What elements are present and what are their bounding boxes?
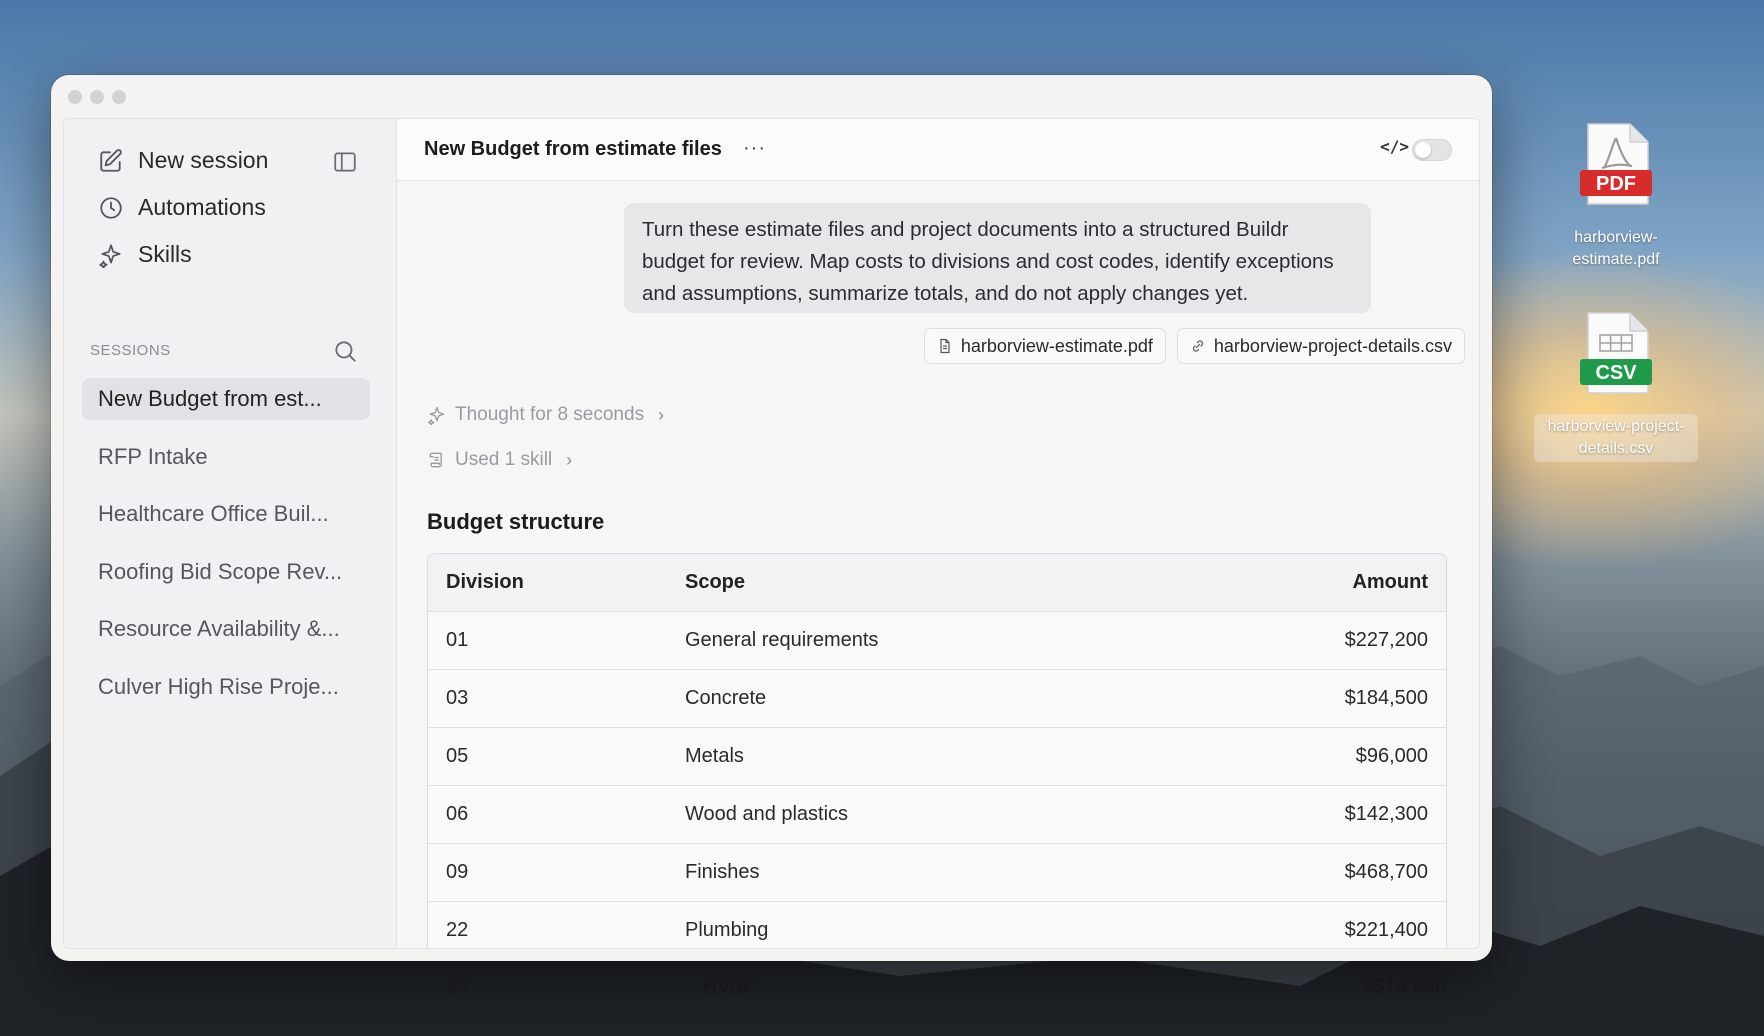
file-icon bbox=[940, 338, 950, 354]
sparkle-icon bbox=[428, 406, 445, 425]
new-session-label: New session bbox=[138, 147, 269, 173]
sparkle-icon bbox=[99, 243, 121, 268]
window-controls bbox=[68, 90, 126, 104]
csv-file-icon: CSV bbox=[1580, 312, 1652, 394]
division-cell: 09 bbox=[446, 861, 469, 883]
skill-step[interactable]: Used 1 skill › bbox=[427, 449, 572, 471]
desktop-file-csv[interactable]: CSV harborview-project- details.csv bbox=[1534, 311, 1698, 462]
edit-icon bbox=[100, 148, 122, 172]
table-row: 09 Finishes $468,700 bbox=[428, 844, 1446, 902]
skills-button[interactable]: Skills bbox=[98, 241, 192, 268]
label-line: details.csv bbox=[1578, 440, 1654, 457]
amount-cell: $96,000 bbox=[1355, 745, 1428, 767]
link-icon bbox=[1192, 340, 1204, 352]
session-item[interactable]: Roofing Bid Scope Rev... bbox=[82, 551, 370, 593]
column-header-division: Division bbox=[446, 571, 524, 593]
label-line: harborview- bbox=[1574, 229, 1658, 246]
more-options-icon[interactable]: ··· bbox=[743, 137, 766, 160]
app-window: New session Automations Skills SESSIONS … bbox=[51, 75, 1492, 961]
code-view-toggle[interactable] bbox=[1412, 139, 1452, 161]
user-message: Turn these estimate files and project do… bbox=[624, 203, 1371, 313]
table-row: 03 Concrete $184,500 bbox=[428, 670, 1446, 728]
table-header-row: Division Scope Amount bbox=[428, 554, 1446, 612]
budget-table: Division Scope Amount 01 General require… bbox=[427, 553, 1447, 948]
amount-cell: $184,500 bbox=[1344, 687, 1428, 709]
attachment-name: harborview-estimate.pdf bbox=[960, 335, 1153, 356]
pdf-file-icon: PDF bbox=[1580, 123, 1652, 205]
session-item[interactable]: RFP Intake bbox=[82, 436, 370, 478]
division-cell: 23 bbox=[446, 976, 469, 998]
sidebar: New session Automations Skills SESSIONS … bbox=[64, 119, 397, 948]
amount-cell: $142,300 bbox=[1344, 803, 1428, 825]
session-item[interactable]: New Budget from est... bbox=[82, 378, 370, 420]
attachment-list: harborview-estimate.pdf harborview-proje… bbox=[923, 328, 1465, 364]
column-header-amount: Amount bbox=[1352, 571, 1428, 593]
session-list: New Budget from est... RFP Intake Health… bbox=[82, 378, 370, 723]
skill-label: Used 1 skill bbox=[455, 449, 553, 470]
thought-label: Thought for 8 seconds bbox=[455, 404, 645, 425]
minimize-window-button[interactable] bbox=[90, 90, 104, 104]
scope-cell: Finishes bbox=[685, 861, 760, 883]
chevron-right-icon: › bbox=[658, 404, 665, 425]
session-item[interactable]: Culver High Rise Proje... bbox=[82, 666, 370, 708]
scope-cell: Plumbing bbox=[685, 919, 769, 941]
division-cell: 05 bbox=[446, 745, 469, 767]
automations-label: Automations bbox=[138, 194, 266, 220]
table-row: 06 Wood and plastics $142,300 bbox=[428, 786, 1446, 844]
scope-cell: Wood and plastics bbox=[685, 803, 849, 825]
label-line: harborview-project- bbox=[1547, 418, 1685, 435]
desktop-file-label: harborview- estimate.pdf bbox=[1534, 225, 1698, 273]
skills-label: Skills bbox=[138, 241, 192, 267]
table-row: 01 General requirements $227,200 bbox=[428, 612, 1446, 670]
chevron-right-icon: › bbox=[566, 449, 573, 470]
csv-badge-text: CSV bbox=[1595, 362, 1637, 384]
label-line: estimate.pdf bbox=[1572, 251, 1660, 268]
amount-cell: $221,400 bbox=[1344, 919, 1428, 941]
automations-button[interactable]: Automations bbox=[98, 194, 266, 221]
desktop-file-label: harborview-project- details.csv bbox=[1534, 414, 1698, 462]
sidebar-panel-icon[interactable] bbox=[332, 149, 358, 175]
window-titlebar bbox=[51, 75, 1492, 118]
table-row-overflow: 23 HVAC $514,800 bbox=[446, 976, 1446, 999]
clock-icon bbox=[100, 196, 122, 219]
chat-header: New Budget from estimate files ··· </> bbox=[397, 119, 1479, 181]
table-row: 05 Metals $96,000 bbox=[428, 728, 1446, 786]
main-panel: New Budget from estimate files ··· </> T… bbox=[397, 119, 1479, 948]
amount-cell: $227,200 bbox=[1344, 629, 1428, 651]
pdf-badge-text: PDF bbox=[1596, 173, 1636, 195]
new-session-button[interactable]: New session bbox=[98, 147, 268, 174]
scope-cell: HVAC bbox=[703, 976, 758, 998]
attachment-chip-csv[interactable]: harborview-project-details.csv bbox=[1176, 328, 1465, 364]
sessions-heading: SESSIONS bbox=[90, 342, 171, 359]
amount-cell: $468,700 bbox=[1344, 861, 1428, 883]
session-item[interactable]: Resource Availability &... bbox=[82, 608, 370, 650]
amount-cell: $514,800 bbox=[1362, 976, 1446, 998]
budget-heading: Budget structure bbox=[427, 509, 605, 534]
attachment-chip-pdf[interactable]: harborview-estimate.pdf bbox=[923, 328, 1166, 364]
zoom-window-button[interactable] bbox=[112, 90, 126, 104]
division-cell: 03 bbox=[446, 687, 469, 709]
table-row: 22 Plumbing $221,400 bbox=[428, 902, 1446, 948]
code-icon[interactable]: </> bbox=[1380, 137, 1409, 156]
close-window-button[interactable] bbox=[68, 90, 82, 104]
thought-step[interactable]: Thought for 8 seconds › bbox=[427, 404, 664, 426]
page-title: New Budget from estimate files bbox=[424, 138, 722, 160]
app-content: New session Automations Skills SESSIONS … bbox=[63, 118, 1480, 949]
desktop-file-pdf[interactable]: PDF harborview- estimate.pdf bbox=[1534, 122, 1698, 273]
column-header-scope: Scope bbox=[685, 571, 746, 593]
search-icon[interactable] bbox=[332, 338, 358, 364]
scope-cell: Metals bbox=[685, 745, 744, 767]
division-cell: 06 bbox=[446, 803, 469, 825]
attachment-name: harborview-project-details.csv bbox=[1213, 335, 1452, 356]
toggle-knob bbox=[1415, 142, 1431, 158]
session-item[interactable]: Healthcare Office Buil... bbox=[82, 493, 370, 535]
scroll-icon bbox=[429, 452, 442, 468]
scope-cell: Concrete bbox=[685, 687, 767, 709]
division-cell: 01 bbox=[446, 629, 469, 651]
division-cell: 22 bbox=[446, 919, 469, 941]
scope-cell: General requirements bbox=[685, 629, 879, 651]
